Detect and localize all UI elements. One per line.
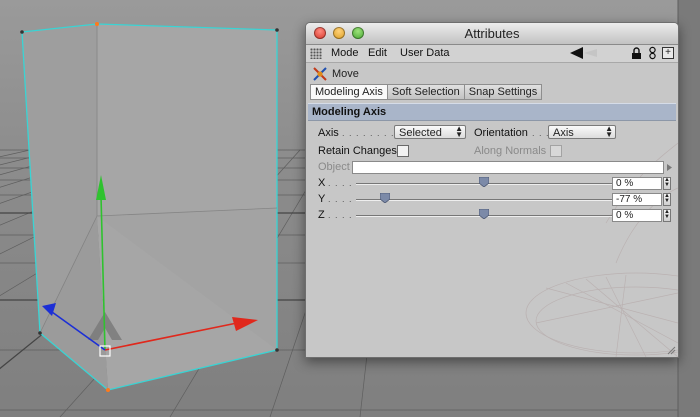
menu-user-data[interactable]: User Data (400, 47, 450, 59)
x-label: X (318, 177, 326, 189)
window-titlebar[interactable]: Attributes (306, 23, 678, 45)
link-icon[interactable] (648, 46, 657, 60)
tab-snap-settings[interactable]: Snap Settings (464, 84, 543, 100)
orientation-select[interactable]: Axis ▲ ▼ (548, 125, 616, 139)
z-value-field[interactable]: 0 % (612, 209, 662, 222)
y-label: Y (318, 193, 326, 205)
tab-modeling-axis[interactable]: Modeling Axis (310, 84, 388, 100)
tab-soft-selection[interactable]: Soft Selection (387, 84, 465, 100)
object-link-field[interactable] (352, 161, 664, 174)
menu-bar: Mode Edit User Data + (306, 45, 678, 63)
move-tool-icon (313, 67, 327, 81)
select-arrows-icon: ▲ ▼ (605, 124, 613, 139)
retain-changes-checkbox[interactable] (397, 145, 409, 157)
along-normals-label: Along Normals (474, 145, 547, 157)
y-dots: . . . . (328, 194, 353, 204)
section-header: Modeling Axis (308, 103, 676, 121)
y-value-field[interactable]: -77 % (612, 193, 662, 206)
resize-grip-icon[interactable] (666, 345, 676, 355)
axis-label: Axis (318, 127, 339, 139)
y-slider-thumb[interactable] (380, 193, 391, 203)
x-value-field[interactable]: 0 % (612, 177, 662, 190)
menu-edit[interactable]: Edit (368, 47, 387, 59)
orientation-label: Orientation (474, 127, 528, 139)
select-arrows-icon: ▲ ▼ (455, 124, 463, 139)
selected-cube (20, 22, 279, 392)
grip-icon[interactable] (310, 48, 322, 59)
tab-bar: Modeling Axis Soft Selection Snap Settin… (310, 84, 543, 100)
x-slider-thumb[interactable] (479, 177, 489, 187)
object-name: Move (332, 68, 359, 80)
attributes-window: Attributes Mode Edit User Data + Move Mo… (305, 22, 679, 358)
properties-panel: Axis . . . . . . . . Selected ▲ ▼ Orienta… (306, 120, 678, 357)
orientation-select-value: Axis (553, 127, 574, 139)
window-title: Attributes (464, 26, 520, 41)
along-normals-checkbox (550, 145, 562, 157)
x-stepper[interactable]: ▲ ▼ (663, 177, 671, 190)
z-stepper[interactable]: ▲ ▼ (663, 209, 671, 222)
z-slider-thumb[interactable] (479, 209, 489, 219)
object-row: Move (306, 63, 678, 83)
y-stepper[interactable]: ▲ ▼ (663, 193, 671, 206)
retain-changes-label: Retain Changes (318, 145, 397, 157)
axis-dots: . . . . . . . . (342, 128, 395, 138)
lock-icon[interactable] (631, 47, 642, 60)
object-label: Object (318, 161, 350, 173)
x-dots: . . . . (328, 178, 353, 188)
axis-select[interactable]: Selected ▲ ▼ (394, 125, 466, 139)
add-icon[interactable]: + (662, 47, 674, 59)
nav-back-icon[interactable] (570, 47, 610, 60)
z-dots: . . . . (328, 210, 353, 220)
menu-mode[interactable]: Mode (331, 47, 359, 59)
y-slider-track[interactable] (356, 199, 612, 201)
z-label: Z (318, 209, 325, 221)
object-link-arrow-icon[interactable] (666, 163, 673, 172)
axis-select-value: Selected (399, 127, 442, 139)
